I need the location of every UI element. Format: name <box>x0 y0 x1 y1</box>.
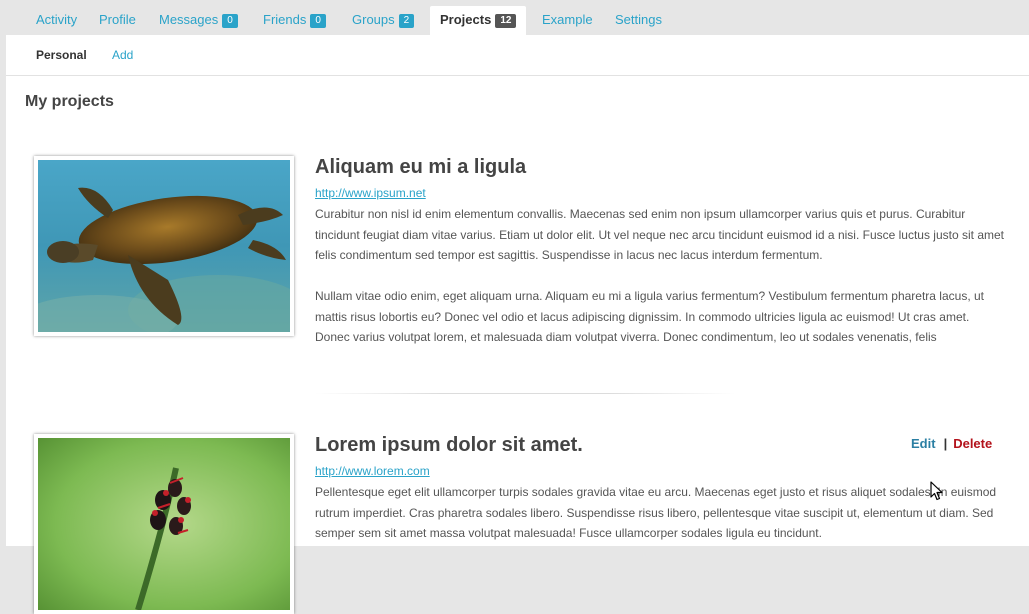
project-title: Aliquam eu mi a ligula <box>315 156 527 178</box>
tab-label: Settings <box>615 12 662 27</box>
project-thumbnail[interactable] <box>34 156 294 336</box>
project-thumbnail[interactable] <box>34 434 294 614</box>
tab-label: Messages <box>159 12 219 27</box>
project-url-link[interactable]: http://www.lorem.com <box>315 464 430 478</box>
project-actions: Edit | Delete <box>911 436 992 451</box>
tab-label: Groups <box>352 12 395 27</box>
tab-label: Profile <box>99 12 136 27</box>
sea-turtle-image <box>38 160 290 332</box>
main-tabs: Activity Profile Messages 0 Friends 0 Grou… <box>0 0 1029 35</box>
tab-example[interactable]: Example <box>542 6 593 35</box>
tab-label: Activity <box>36 12 78 27</box>
tab-activity[interactable]: Activity <box>36 6 77 35</box>
project-description: Pellentesque eget elit ullamcorper turpi… <box>315 485 997 540</box>
delete-link[interactable]: Delete <box>953 436 992 451</box>
content-panel: Personal Add My projects Aliquam eu mi a… <box>6 35 1029 614</box>
page-title: My projects <box>25 93 114 110</box>
project-description: Nullam vitae odio enim, eget aliquam urn… <box>315 289 984 344</box>
subnav-add[interactable]: Add <box>112 48 133 62</box>
subnav-personal[interactable]: Personal <box>36 48 87 62</box>
mouse-cursor-icon <box>930 481 943 501</box>
sub-navigation: Personal Add <box>6 35 1029 76</box>
tab-label: Projects <box>440 12 492 27</box>
tab-settings[interactable]: Settings <box>615 6 662 35</box>
count-badge: 2 <box>398 14 415 28</box>
count-badge: 0 <box>310 14 326 28</box>
project-divider <box>315 393 735 394</box>
count-badge: 0 <box>222 14 238 28</box>
project-url-link[interactable]: http://www.ipsum.net <box>315 186 426 200</box>
edit-link[interactable]: Edit <box>911 436 936 451</box>
tab-label: Example <box>542 12 593 27</box>
count-badge: 12 <box>495 14 517 28</box>
tab-messages[interactable]: Messages 0 <box>159 6 238 35</box>
tab-projects[interactable]: Projects 12 <box>430 6 527 35</box>
tab-groups[interactable]: Groups 2 <box>352 6 415 35</box>
action-separator: | <box>943 436 948 451</box>
ladybugs-image <box>38 438 290 610</box>
project-description: Curabitur non nisl id enim elementum con… <box>315 207 1005 262</box>
tab-label: Friends <box>263 12 307 27</box>
tab-profile[interactable]: Profile <box>99 6 136 35</box>
project-title: Lorem ipsum dolor sit amet. <box>315 434 583 456</box>
tab-friends[interactable]: Friends 0 <box>263 6 326 35</box>
